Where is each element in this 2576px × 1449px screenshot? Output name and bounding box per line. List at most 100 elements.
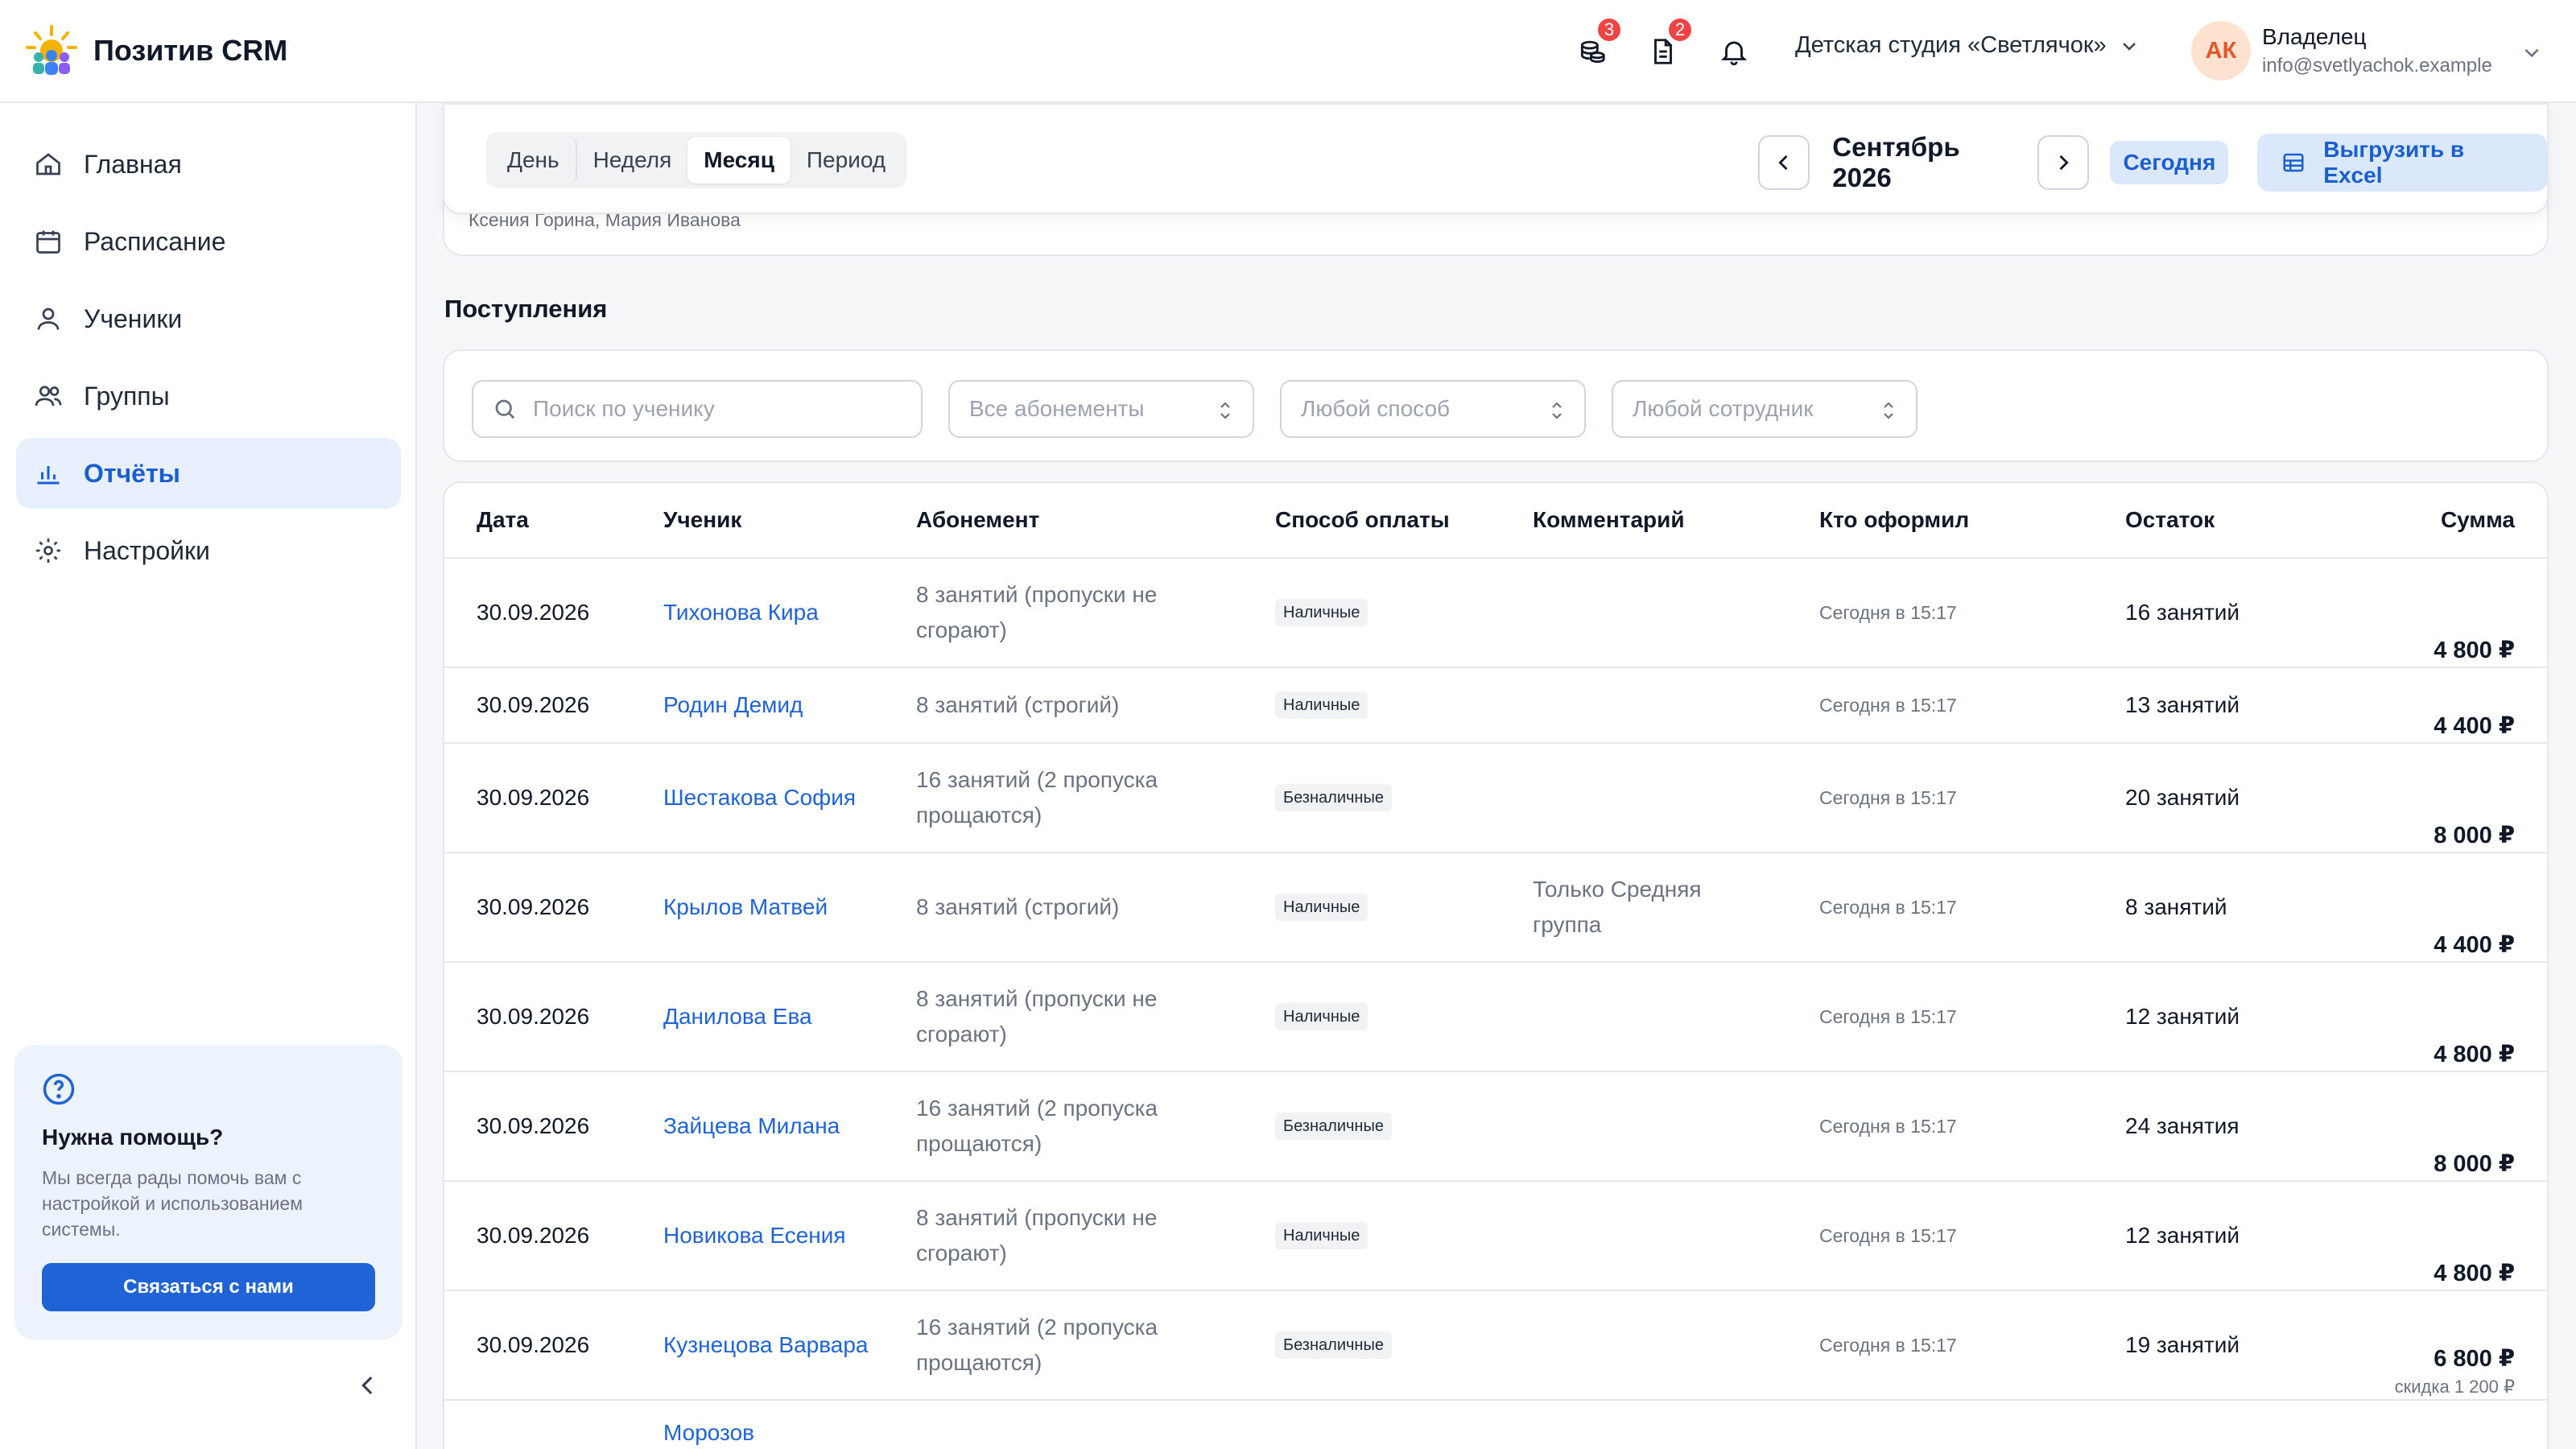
sidebar-item-students[interactable]: Ученики [16, 283, 401, 354]
coins-button[interactable]: 3 [1570, 16, 1623, 74]
export-excel-button[interactable]: Выгрузить в Excel [2257, 134, 2547, 192]
sidebar-item-reports[interactable]: Отчёты [16, 438, 401, 509]
cell-date: 30.09.2026 [477, 600, 590, 625]
cell-comment [1533, 744, 1774, 852]
chevron-updown-icon [1220, 402, 1230, 419]
period-navigation: Сентябрь 2026 Сегодня Выгрузить в Excel [1758, 132, 2547, 193]
help-text: Мы всегда рады помочь вам с настройкой и… [42, 1167, 303, 1240]
cell-created-by: Сегодня в 15:17 [1819, 602, 1957, 623]
sum-value: 4 400 ₽ [2434, 713, 2515, 739]
student-link[interactable]: Новикова Есения [663, 1182, 881, 1290]
help-title: Нужна помощь? [42, 1125, 224, 1150]
cell-comment [1533, 1072, 1774, 1180]
table-row[interactable]: Морозов [444, 1401, 2547, 1449]
student-link[interactable]: Данилова Ева [663, 963, 881, 1071]
search-input[interactable]: Поиск по ученику [472, 380, 923, 438]
user-menu[interactable]: АК Владелец info@svetlyachok.example [2191, 21, 2539, 80]
chart-icon [37, 466, 60, 485]
payment-method-badge: Наличные [1275, 1003, 1368, 1030]
question-icon [43, 1073, 75, 1105]
filters-bar: Поиск по ученику Все абонементы Любой сп… [443, 349, 2549, 462]
column-header[interactable]: Кто оформил [1819, 507, 1969, 533]
documents-badge: 2 [1666, 16, 1694, 43]
column-header[interactable]: Абонемент [916, 507, 1039, 533]
cell-remaining: 13 занятий [2125, 692, 2240, 717]
cell-subscription: 8 занятий (строгий) [916, 692, 1120, 717]
segment-period[interactable]: Период [791, 137, 902, 184]
student-link[interactable]: Крылов Матвей [663, 853, 881, 961]
cell-comment [1533, 559, 1774, 667]
employee-select[interactable]: Любой сотрудник [1612, 380, 1918, 438]
cell-comment [1533, 963, 1774, 1071]
brand[interactable]: Позитив CRM [24, 23, 287, 78]
notifications-button[interactable] [1711, 29, 1757, 74]
column-header[interactable]: Ученик [663, 507, 741, 533]
subscription-select[interactable]: Все абонементы [948, 380, 1254, 438]
student-link[interactable]: Зайцева Милана [663, 1072, 881, 1180]
next-period-button[interactable] [2037, 135, 2090, 190]
segment-day[interactable]: День [491, 137, 577, 184]
gear-icon [36, 539, 60, 563]
collapse-sidebar-icon[interactable] [354, 1372, 382, 1399]
cell-payment-method: Наличные [1275, 668, 1368, 742]
sidebar-item-settings[interactable]: Настройки [16, 515, 401, 586]
contact-us-button[interactable]: Связаться с нами [42, 1263, 375, 1311]
column-header[interactable]: Остаток [2125, 507, 2215, 533]
cell-comment [1533, 1401, 1774, 1449]
column-header[interactable]: Сумма [2441, 507, 2515, 533]
student-link[interactable]: Морозов [663, 1401, 881, 1449]
cell-payment-method: Наличные [1275, 559, 1368, 667]
table-header: Дата Ученик Абонемент Способ оплаты Комм… [444, 483, 2547, 559]
search-icon [495, 399, 515, 419]
sum-value: 4 800 ₽ [2434, 638, 2515, 663]
studio-selector[interactable]: Детская студия «Светлячок» [1795, 32, 2139, 59]
table-row[interactable]: 30.09.2026 Кузнецова Варвара 16 занятий (2… [444, 1291, 2547, 1401]
payment-method-badge: Безналичные [1275, 1113, 1392, 1140]
cell-subscription: 8 занятий (строгий) [916, 894, 1120, 919]
column-header[interactable]: Способ оплаты [1275, 507, 1450, 533]
table-row[interactable]: 30.09.2026 Зайцева Милана 16 занятий (2 пр… [444, 1072, 2547, 1182]
cell-subscription: 16 занятий (2 пропуска прощаются) [916, 1315, 1158, 1375]
sum-value: 6 800 ₽ [2434, 1346, 2515, 1372]
period-segmented-control: День Неделя Месяц Период [486, 132, 907, 188]
previous-period-button[interactable] [1758, 135, 1810, 190]
cell-sum: 4 800 ₽ [2434, 1182, 2515, 1290]
cell-subscription: 16 занятий (2 пропуска прощаются) [916, 1096, 1158, 1156]
today-button[interactable]: Сегодня [2110, 141, 2229, 184]
table-row[interactable]: 30.09.2026 Крылов Матвей 8 занятий (строги… [444, 853, 2547, 963]
sidebar-item-schedule[interactable]: Расписание [16, 206, 401, 277]
chevron-down-icon [2524, 48, 2539, 58]
table-row[interactable]: 30.09.2026 Тихонова Кира 8 занятий (пропус… [444, 559, 2547, 668]
cell-payment-method: Безналичные [1275, 744, 1392, 852]
sum-value: 8 000 ₽ [2434, 823, 2515, 848]
student-link[interactable]: Шестакова София [663, 744, 881, 852]
user-icon [37, 308, 60, 330]
cell-sum: 8 000 ₽ [2434, 1072, 2515, 1180]
column-header[interactable]: Дата [477, 507, 529, 533]
student-link[interactable]: Родин Демид [663, 668, 881, 742]
sidebar-item-home[interactable]: Главная [16, 129, 401, 200]
table-row[interactable]: 30.09.2026 Новикова Есения 8 занятий (проп… [444, 1182, 2547, 1291]
segment-week[interactable]: Неделя [577, 137, 688, 184]
table-row[interactable]: 30.09.2026 Родин Демид 8 занятий (строгий)… [444, 668, 2547, 744]
top-bar: Позитив CRM 3 2 Детская студия «Светлячо… [0, 0, 2576, 103]
documents-button[interactable]: 2 [1641, 16, 1694, 74]
student-link[interactable]: Тихонова Кира [663, 559, 881, 667]
cell-subscription [916, 1401, 1238, 1449]
payment-method-select[interactable]: Любой способ [1280, 380, 1586, 438]
segment-month[interactable]: Месяц [687, 137, 791, 184]
home-icon [36, 153, 60, 175]
sidebar-item-groups[interactable]: Группы [16, 361, 401, 431]
cell-comment [1533, 1291, 1774, 1399]
cell-subscription: 8 занятий (пропуски не сгорают) [916, 1205, 1158, 1265]
student-link[interactable]: Кузнецова Варвара [663, 1291, 881, 1399]
coins-badge: 3 [1596, 16, 1623, 43]
table-row[interactable]: 30.09.2026 Данилова Ева 8 занятий (пропуск… [444, 963, 2547, 1072]
sum-value: 4 400 ₽ [2434, 932, 2515, 958]
column-header[interactable]: Комментарий [1533, 507, 1685, 533]
payment-method-select-value: Любой способ [1301, 396, 1451, 421]
table-row[interactable]: 30.09.2026 Шестакова София 16 занятий (2 п… [444, 744, 2547, 853]
cell-subscription: 8 занятий (пропуски не сгорают) [916, 986, 1158, 1046]
cell-remaining: 20 занятий [2125, 785, 2240, 810]
sidebar-item-label: Группы [84, 381, 170, 411]
